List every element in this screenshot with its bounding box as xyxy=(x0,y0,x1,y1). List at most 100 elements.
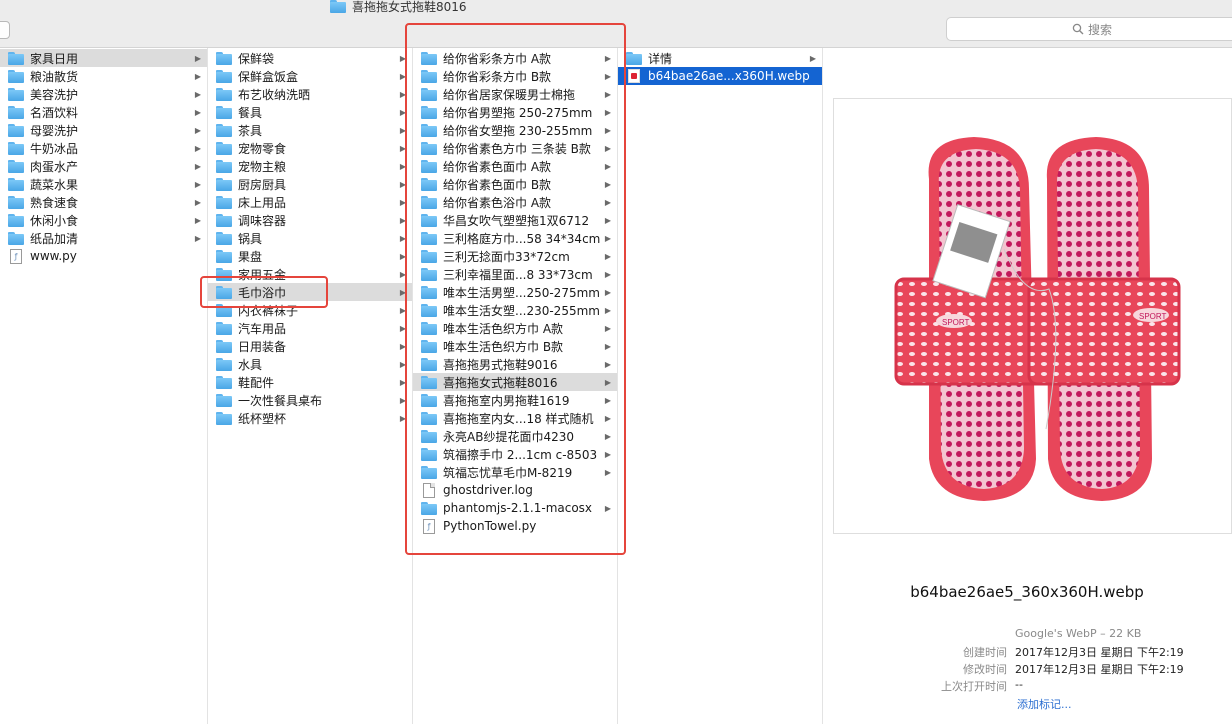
column3-item[interactable]: 喜拖拖女式拖鞋8016 ▶ xyxy=(413,373,617,391)
column3-item[interactable]: 筑福擦手巾 2...1cm c-8503 ▶ xyxy=(413,445,617,463)
column3-item-label: 给你省素色面巾 A款 xyxy=(443,159,552,174)
column4-item[interactable]: 详情 ▶ xyxy=(618,49,822,67)
folder-icon xyxy=(421,123,437,137)
column2-item-label: 日用装备 xyxy=(238,339,287,354)
column3-item[interactable]: 唯本生活女塑...230-255mm ▶ xyxy=(413,301,617,319)
column2-item[interactable]: 保鲜袋 ▶ xyxy=(208,49,412,67)
disclosure-arrow-icon: ▶ xyxy=(399,251,407,261)
column2-item[interactable]: 内衣裤袜子 ▶ xyxy=(208,301,412,319)
disclosure-arrow-icon: ▶ xyxy=(399,233,407,243)
disclosure-arrow-icon: ▶ xyxy=(194,215,202,225)
column2-item[interactable]: 宠物零食 ▶ xyxy=(208,139,412,157)
column1-item[interactable]: 家具日用 ▶ xyxy=(0,49,207,67)
column3-item-label: 给你省素色浴巾 A款 xyxy=(443,195,552,210)
column3-item[interactable]: 给你省素色浴巾 A款 ▶ xyxy=(413,193,617,211)
column2-item[interactable]: 锅具 ▶ xyxy=(208,229,412,247)
column1-item[interactable]: 母婴洗护 ▶ xyxy=(0,121,207,139)
column4-item-label: b64bae26ae...x360H.webp xyxy=(648,69,810,83)
search-field[interactable]: 搜索 xyxy=(946,17,1232,41)
column3-item[interactable]: 给你省素色面巾 A款 ▶ xyxy=(413,157,617,175)
column2-item[interactable]: 宠物主粮 ▶ xyxy=(208,157,412,175)
column2-item[interactable]: 厨房厨具 ▶ xyxy=(208,175,412,193)
column3-item[interactable]: 华昌女吹气塑塑拖1双6712 ▶ xyxy=(413,211,617,229)
view-toggle-button[interactable] xyxy=(0,21,10,39)
column1-item[interactable]: 牛奶冰品 ▶ xyxy=(0,139,207,157)
disclosure-arrow-icon: ▶ xyxy=(604,89,612,99)
column3-item[interactable]: 给你省彩条方巾 A款 ▶ xyxy=(413,49,617,67)
column1-item[interactable]: 休闲小食 ▶ xyxy=(0,211,207,229)
column2-item[interactable]: 纸杯塑杯 ▶ xyxy=(208,409,412,427)
disclosure-arrow-icon: ▶ xyxy=(604,395,612,405)
column2-item[interactable]: 毛巾浴巾 ▶ xyxy=(208,283,412,301)
column3-item[interactable]: 给你省居家保暖男士棉拖 ▶ xyxy=(413,85,617,103)
column1-item-label: 纸品加清 xyxy=(30,231,79,246)
column3-item-label: 喜拖拖女式拖鞋8016 xyxy=(443,375,558,390)
folder-icon xyxy=(421,141,437,155)
column1-item[interactable]: 粮油散货 ▶ xyxy=(0,67,207,85)
column3-item[interactable]: 唯本生活色织方巾 B款 ▶ xyxy=(413,337,617,355)
column2-item[interactable]: 水具 ▶ xyxy=(208,355,412,373)
folder-icon xyxy=(216,177,232,191)
folder-icon xyxy=(216,159,232,173)
folder-icon xyxy=(421,231,437,245)
column2-item[interactable]: 果盘 ▶ xyxy=(208,247,412,265)
column3-item[interactable]: 喜拖拖室内男拖鞋1619 ▶ xyxy=(413,391,617,409)
disclosure-arrow-icon: ▶ xyxy=(194,233,202,243)
column2-item[interactable]: 家用五金 ▶ xyxy=(208,265,412,283)
folder-icon xyxy=(421,375,437,389)
column3-item[interactable]: 三利幸福里面...8 33*73cm ▶ xyxy=(413,265,617,283)
column-3: 给你省彩条方巾 A款 ▶ 给你省彩条方巾 B款 ▶ 给你省居家保暖男士棉拖 ▶ 给你省男塑拖… xyxy=(413,48,618,724)
disclosure-arrow-icon: ▶ xyxy=(604,431,612,441)
column2-item[interactable]: 茶具 ▶ xyxy=(208,121,412,139)
column3-item[interactable]: phantomjs-2.1.1-macosx ▶ xyxy=(413,499,617,517)
column3-item[interactable]: 永亮AB纱提花面巾4230 ▶ xyxy=(413,427,617,445)
column1-item[interactable]: 蔬菜水果 ▶ xyxy=(0,175,207,193)
column2-item[interactable]: 鞋配件 ▶ xyxy=(208,373,412,391)
add-tags-link[interactable]: 添加标记... xyxy=(1017,696,1072,712)
column3-item-label: 三利幸福里面...8 33*73cm xyxy=(443,267,593,282)
column1-item[interactable]: ƒ www.py xyxy=(0,247,207,265)
column3-item[interactable]: 喜拖拖室内女...18 样式随机 ▶ xyxy=(413,409,617,427)
column3-item[interactable]: 给你省男塑拖 250-275mm ▶ xyxy=(413,103,617,121)
column1-item-label: 粮油散货 xyxy=(30,69,79,84)
column3-item[interactable]: ƒ PythonTowel.py xyxy=(413,517,617,535)
column3-item-label: 给你省男塑拖 250-275mm xyxy=(443,105,593,120)
column4-item[interactable]: b64bae26ae...x360H.webp xyxy=(618,67,822,85)
column1-item[interactable]: 名酒饮料 ▶ xyxy=(0,103,207,121)
folder-icon xyxy=(421,321,437,335)
column3-item[interactable]: 三利无捻面巾33*72cm ▶ xyxy=(413,247,617,265)
column3-item[interactable]: 给你省彩条方巾 B款 ▶ xyxy=(413,67,617,85)
column2-item[interactable]: 调味容器 ▶ xyxy=(208,211,412,229)
column1-item[interactable]: 纸品加清 ▶ xyxy=(0,229,207,247)
folder-icon xyxy=(421,267,437,281)
column1-item[interactable]: 美容洗护 ▶ xyxy=(0,85,207,103)
disclosure-arrow-icon: ▶ xyxy=(604,287,612,297)
column2-item[interactable]: 餐具 ▶ xyxy=(208,103,412,121)
column1-item[interactable]: 肉蛋水产 ▶ xyxy=(0,157,207,175)
column1-item-label: 熟食速食 xyxy=(30,195,79,210)
column2-item[interactable]: 日用装备 ▶ xyxy=(208,337,412,355)
column3-item[interactable]: 喜拖拖男式拖鞋9016 ▶ xyxy=(413,355,617,373)
image-file-icon xyxy=(628,69,640,83)
column3-item[interactable]: 给你省素色面巾 B款 ▶ xyxy=(413,175,617,193)
column2-item[interactable]: 保鲜盒饭盒 ▶ xyxy=(208,67,412,85)
column2-item[interactable]: 一次性餐具桌布 ▶ xyxy=(208,391,412,409)
column3-item-label: phantomjs-2.1.1-macosx xyxy=(443,501,593,515)
column2-item[interactable]: 床上用品 ▶ xyxy=(208,193,412,211)
column3-item[interactable]: 三利格庭方巾...58 34*34cm ▶ xyxy=(413,229,617,247)
column3-item[interactable]: 给你省女塑拖 230-255mm ▶ xyxy=(413,121,617,139)
column3-item[interactable]: 唯本生活色织方巾 A款 ▶ xyxy=(413,319,617,337)
folder-icon xyxy=(216,195,232,209)
folder-icon xyxy=(8,123,24,137)
column3-item-label: 给你省彩条方巾 B款 xyxy=(443,69,552,84)
column3-item-label: 筑福忘忧草毛巾M-8219 xyxy=(443,465,573,480)
column2-item[interactable]: 布艺收纳洗晒 ▶ xyxy=(208,85,412,103)
column3-item[interactable]: 筑福忘忧草毛巾M-8219 ▶ xyxy=(413,463,617,481)
column3-item[interactable]: ghostdriver.log xyxy=(413,481,617,499)
column3-item[interactable]: 给你省素色方巾 三条装 B款 ▶ xyxy=(413,139,617,157)
folder-icon xyxy=(626,51,642,65)
column2-item[interactable]: 汽车用品 ▶ xyxy=(208,319,412,337)
folder-icon xyxy=(421,51,437,65)
column1-item[interactable]: 熟食速食 ▶ xyxy=(0,193,207,211)
column3-item[interactable]: 唯本生活男塑...250-275mm ▶ xyxy=(413,283,617,301)
